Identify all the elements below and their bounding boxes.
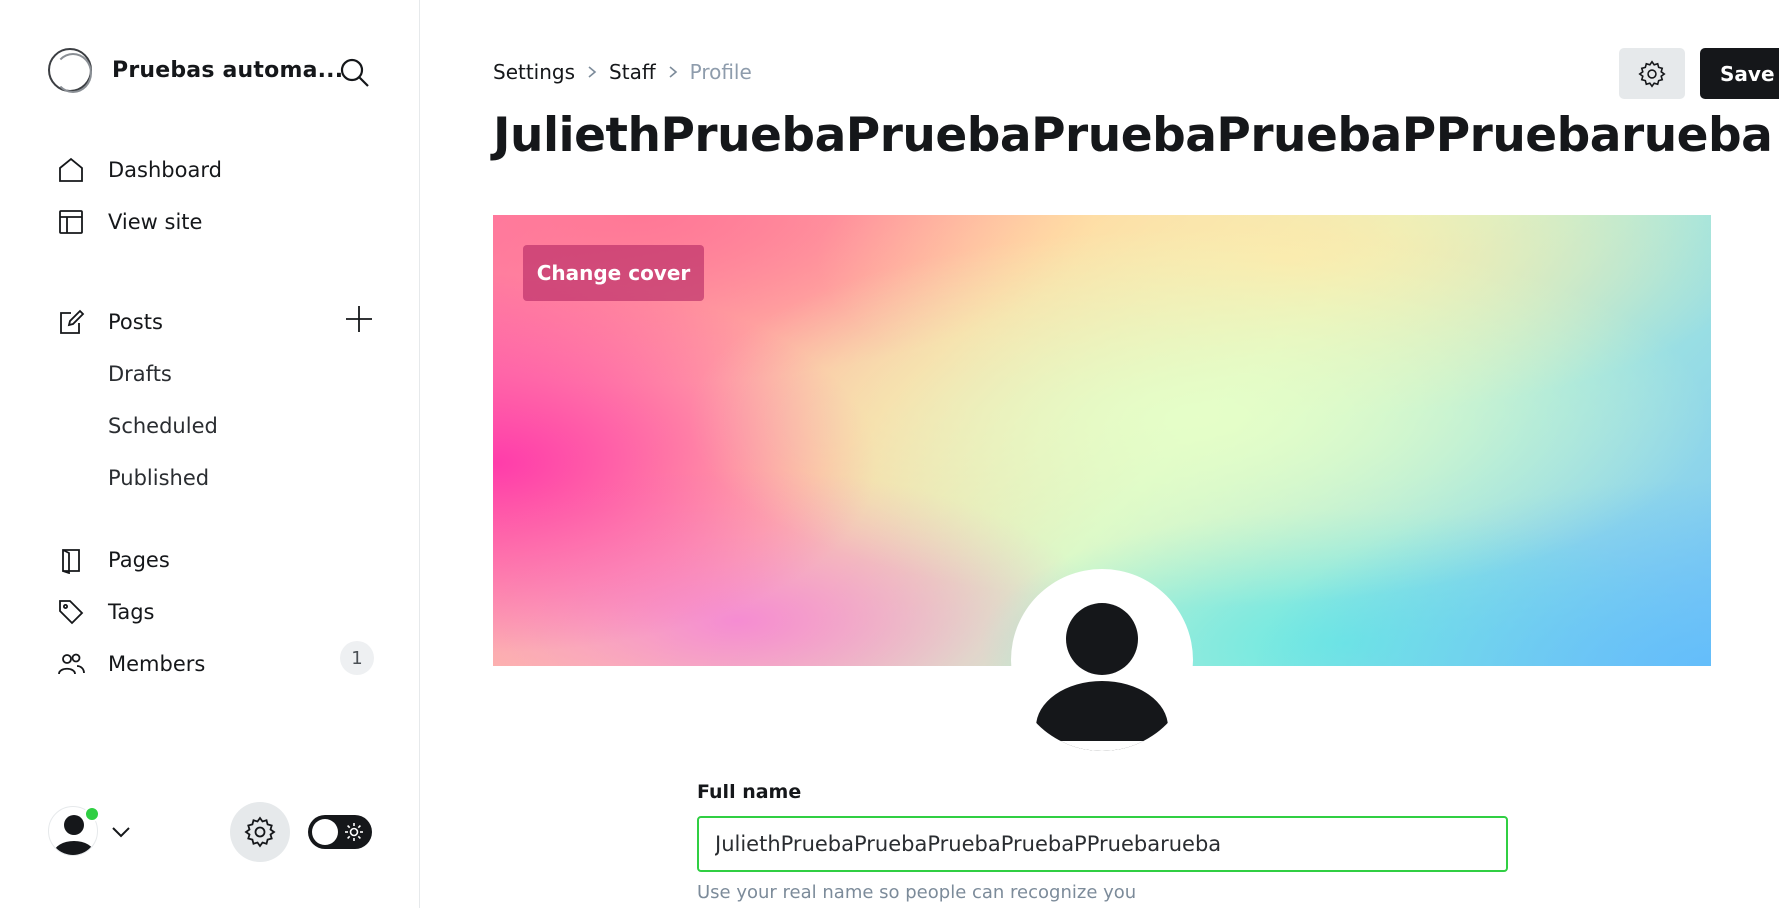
- home-icon: [56, 155, 86, 185]
- sidebar-item-pages[interactable]: Pages: [56, 540, 376, 580]
- site-title: Pruebas automa...: [112, 57, 344, 83]
- chevron-right-icon: [587, 65, 597, 79]
- sidebar-item-dashboard[interactable]: Dashboard: [56, 150, 376, 190]
- theme-toggle[interactable]: [308, 815, 372, 849]
- site-brand[interactable]: Pruebas automa...: [48, 48, 344, 93]
- sidebar-item-drafts[interactable]: Drafts: [108, 356, 172, 392]
- sun-icon: [345, 823, 363, 841]
- site-logo: [48, 48, 92, 93]
- breadcrumb-profile: Profile: [689, 60, 752, 84]
- page-title: JuliethPruebaPruebaPruebaPruebaPPruebaru…: [493, 108, 1773, 163]
- sidebar-item-published[interactable]: Published: [108, 460, 209, 496]
- sidebar: Pruebas automa... Dashboard View site Po…: [0, 0, 420, 908]
- gear-icon: [244, 816, 276, 848]
- save-button[interactable]: Save: [1700, 48, 1779, 99]
- tag-icon: [56, 597, 86, 627]
- online-status-dot: [84, 806, 100, 822]
- sidebar-item-label: Posts: [108, 310, 163, 334]
- full-name-input[interactable]: [697, 816, 1508, 872]
- user-actions-button[interactable]: [1619, 48, 1685, 99]
- sidebar-item-label: View site: [108, 210, 203, 234]
- chevron-down-icon[interactable]: [110, 824, 132, 840]
- change-cover-button[interactable]: Change cover: [523, 245, 704, 301]
- layout-icon: [56, 207, 86, 237]
- full-name-label: Full name: [697, 781, 802, 803]
- chevron-right-icon: [668, 65, 678, 79]
- page-icon: [56, 545, 86, 575]
- app-root: Pruebas automa... Dashboard View site Po…: [0, 0, 1779, 908]
- sidebar-item-tags[interactable]: Tags: [56, 592, 376, 632]
- members-icon: [56, 649, 86, 679]
- sidebar-item-view-site[interactable]: View site: [56, 202, 376, 242]
- new-post-plus-icon[interactable]: [344, 304, 374, 334]
- sidebar-item-label: Tags: [108, 600, 155, 624]
- gear-icon: [1638, 59, 1666, 88]
- members-count-badge: 1: [340, 641, 374, 675]
- edit-icon: [56, 307, 86, 337]
- settings-button[interactable]: [230, 802, 290, 862]
- sidebar-item-posts[interactable]: Posts: [56, 302, 376, 342]
- profile-avatar[interactable]: [1011, 569, 1193, 751]
- breadcrumb-staff[interactable]: Staff: [609, 60, 656, 84]
- toggle-knob: [312, 819, 338, 845]
- full-name-help-text: Use your real name so people can recogni…: [697, 882, 1137, 903]
- sidebar-item-label: Dashboard: [108, 158, 222, 182]
- search-icon[interactable]: [338, 56, 372, 90]
- sidebar-item-label: Pages: [108, 548, 170, 572]
- sidebar-item-members[interactable]: Members: [56, 644, 376, 684]
- breadcrumb-settings[interactable]: Settings: [493, 60, 575, 84]
- sidebar-item-label: Members: [108, 652, 206, 676]
- sidebar-item-scheduled[interactable]: Scheduled: [108, 408, 218, 444]
- breadcrumb: Settings Staff Profile: [493, 60, 752, 84]
